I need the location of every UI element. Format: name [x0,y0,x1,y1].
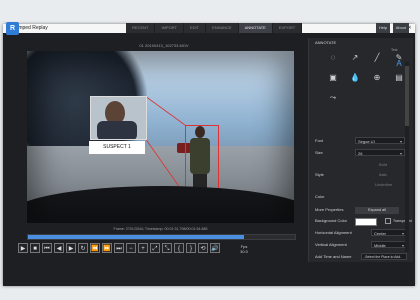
callout-tool-icon[interactable]: ▤ [393,72,405,84]
next-frame-icon: ▶ [68,246,74,252]
workflow-tabs: RECENT IMPORT EDIT ENHANCE ANNOTATE EXPO… [126,23,303,33]
prev-frame-button[interactable]: ◀ [54,243,64,253]
horizontal-alignment-row: Horizontal Alignment Center ▾ [315,228,409,237]
timeline-slider[interactable] [27,234,296,240]
tab-export[interactable]: EXPORT [272,23,303,33]
annotate-panel: ANNOTATE Text ◌ ↗ ╱ ✎ A ▣ 💧 ⊕ ▤ ⤳ Font Segoe UI ▾ … [308,38,413,262]
chevron-down-icon: ▾ [401,243,404,248]
fit-icon: ⤢ [152,246,158,252]
step-back-button[interactable]: ⏮ [42,243,52,253]
clear-marks-icon: ⟲ [200,246,206,252]
font-row: Font Segoe UI ▾ [315,136,409,145]
arrow-tool-icon[interactable]: ↗ [349,52,361,64]
lens-vignette [27,51,294,223]
tab-enhance[interactable]: ENHANCE [206,23,239,33]
rewind-icon: ⏪ [91,246,99,252]
playback-controls: ▶ ■ ⏮ ◀ ▶ ↻ ⏪ ⏩ ⏭ − + ⤢ ⤡ {} ⟲ 🔊 [18,243,222,255]
video-frame[interactable]: SUSPECT 1 [27,51,294,223]
panel-title: ANNOTATE [315,40,337,45]
zoom-in-icon: + [141,246,145,252]
next-frame-button[interactable]: ▶ [66,243,76,253]
bold-toggle[interactable]: Bold [379,162,387,167]
mark-in-button[interactable]: { [174,243,184,253]
color-label: Color [315,194,325,199]
actual-size-button[interactable]: ⤡ [162,243,172,253]
size-label: Size [315,150,323,155]
fast-forward-icon: ⏩ [103,246,111,252]
timeline-progress [28,235,245,239]
tab-recent[interactable]: RECENT [126,23,156,33]
time-name-label: Add Time and Name [315,254,352,259]
fit-button[interactable]: ⤢ [150,243,160,253]
magnify-tool-icon[interactable]: ⊕ [371,72,383,84]
vertical-alignment-row: Vertical Alignment Middle ▾ [315,240,409,249]
frame-info: Frame: 2701/3344; Timestamp: 00:01:31.79… [113,227,208,231]
fps-value: 30.0 [240,249,248,254]
rewind-button[interactable]: ⏪ [90,243,100,253]
underline-toggle[interactable]: Underline [375,182,392,187]
tab-edit[interactable]: EDIT [183,23,207,33]
crop-shape-icon[interactable]: ◌ [327,52,339,64]
step-forward-icon: ⏭ [116,246,122,252]
vertical-alignment-select[interactable]: Middle ▾ [371,241,407,248]
scrollbar-thumb[interactable] [405,66,409,126]
time-name-select[interactable]: -Select the Place to Add- [361,253,407,260]
font-select[interactable]: Segoe UI ▾ [355,137,405,144]
horizontal-alignment-label: Horizontal Alignment [315,230,352,235]
background-color-swatch[interactable] [355,218,377,226]
loop-button[interactable]: ↻ [78,243,88,253]
volume-icon: 🔊 [211,246,219,252]
play-icon: ▶ [20,246,26,252]
font-label: Font [315,138,324,143]
mark-out-button[interactable]: } [186,243,196,253]
text-tool-icon[interactable]: A [393,58,405,70]
chevron-down-icon: ▾ [399,139,402,144]
expand-all-button[interactable]: Expand all [355,207,399,214]
actual-size-icon: ⤡ [164,246,170,252]
about-button[interactable]: About [393,23,409,33]
size-row: Size 26 ▾ [315,148,409,157]
tab-annotate[interactable]: ANNOTATE [238,23,273,33]
color-row: Color [315,192,409,201]
mark-in-icon: { [177,246,180,252]
more-properties-label: More Properties [315,207,344,212]
blur-tool-icon[interactable]: 💧 [349,72,361,84]
time-name-row: Add Time and Name -Select the Place to A… [315,252,409,261]
background-color-label: Background Color [315,218,348,223]
chevron-down-icon: ▾ [401,231,404,236]
play-button[interactable]: ▶ [18,243,28,253]
zoom-out-button[interactable]: − [126,243,136,253]
checkbox-icon [385,218,391,225]
image-tool-icon[interactable]: ▣ [327,72,339,84]
clear-marks-button[interactable]: ⟲ [198,243,208,253]
step-forward-button[interactable]: ⏭ [114,243,124,253]
prev-frame-icon: ◀ [56,246,62,252]
chevron-down-icon: ▾ [399,151,402,156]
italic-toggle[interactable]: Italic [379,172,387,177]
stop-icon: ■ [33,246,37,252]
zoom-out-icon: − [129,246,133,252]
step-back-icon: ⏮ [44,246,50,252]
video-filename: 01 20190413_102733.MOV [139,43,189,48]
fast-forward-button[interactable]: ⏩ [102,243,112,253]
size-select[interactable]: 26 ▾ [355,149,405,156]
stop-button[interactable]: ■ [30,243,40,253]
vertical-alignment-label: Vertical Alignment [315,242,347,247]
zoom-in-button[interactable]: + [138,243,148,253]
panel-scrollbar[interactable] [405,62,409,252]
volume-button[interactable]: 🔊 [210,243,220,253]
track-tool-icon[interactable]: ⤳ [327,92,339,104]
amped-replay-logo: R [6,22,19,35]
tab-import[interactable]: IMPORT [155,23,184,33]
help-button[interactable]: Help [376,23,390,33]
horizontal-alignment-select[interactable]: Center ▾ [371,229,407,236]
style-row: Style [315,170,409,179]
line-tool-icon[interactable]: ╱ [371,52,383,64]
fps-label: Fps 30.0 [236,244,252,254]
mark-out-icon: } [189,246,192,252]
loop-icon: ↻ [80,246,86,252]
style-label: Style [315,172,324,177]
window-title: Amped Replay [15,25,48,31]
